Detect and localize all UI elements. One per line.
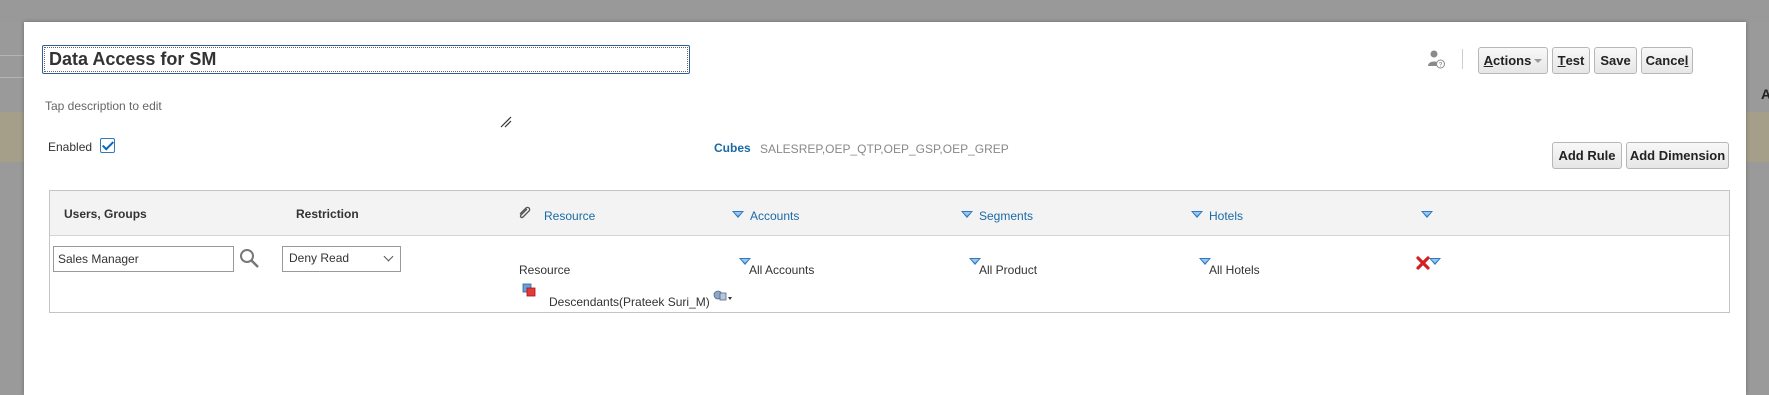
cancel-label-rest: Cance (1645, 53, 1685, 68)
accounts-value: All Accounts (749, 263, 815, 277)
resource-filter-dropdown-icon[interactable] (732, 211, 744, 218)
description-field[interactable]: Tap description to edit (45, 99, 162, 113)
resource-member-expression: Descendants(Prateek Suri_M) (549, 295, 710, 309)
hotels-filter-dropdown-icon[interactable] (1421, 211, 1433, 218)
header-segments[interactable]: Segments (979, 209, 1033, 223)
restriction-value: Deny Read (289, 251, 350, 265)
rules-grid: Users, Groups Restriction Resource Accou… (49, 190, 1730, 313)
cancel-mnemonic: l (1684, 53, 1689, 68)
segments-filter-dropdown-icon[interactable] (1191, 211, 1203, 218)
member-function-icon (522, 283, 536, 297)
hotels-value: All Hotels (1209, 263, 1260, 277)
add-rule-button[interactable]: Add Rule (1552, 142, 1622, 169)
header-accounts[interactable]: Accounts (750, 209, 799, 223)
background-left (0, 22, 24, 395)
person-help-icon[interactable]: ? (1427, 49, 1445, 69)
paperclip-icon (519, 206, 531, 219)
cubes-value: SALESREP,OEP_QTP,OEP_GSP,OEP_GREP (760, 142, 1009, 156)
background-overlay-top (0, 0, 1769, 22)
search-icon[interactable] (238, 247, 260, 269)
grid-header: Users, Groups Restriction Resource Accou… (50, 191, 1729, 236)
delete-icon[interactable] (1416, 256, 1430, 270)
hotels-member-dropdown-icon[interactable] (1429, 258, 1441, 265)
test-button[interactable]: Test (1552, 47, 1590, 74)
actions-label-rest: ctions (1493, 53, 1532, 68)
enabled-label: Enabled (48, 140, 93, 154)
test-mnemonic: T (1557, 53, 1566, 68)
resource-value: Resource (519, 263, 571, 277)
background-right: A (1746, 22, 1769, 395)
chevron-down-icon (383, 251, 394, 262)
data-access-dialog: Tap description to edit Enabled Cubes SA… (24, 22, 1746, 395)
rule-name-input[interactable] (42, 45, 690, 74)
accounts-filter-dropdown-icon[interactable] (961, 211, 973, 218)
test-label-rest: est (1565, 53, 1585, 68)
member-selector-icon[interactable] (713, 289, 735, 303)
actions-button[interactable]: Actions (1478, 47, 1548, 74)
user-group-input[interactable] (53, 246, 234, 272)
cancel-button[interactable]: Cance l (1641, 47, 1693, 74)
actions-mnemonic: A (1483, 53, 1494, 68)
resize-handle-icon[interactable] (500, 116, 512, 128)
add-dimension-button[interactable]: Add Dimension (1626, 142, 1729, 169)
enabled-checkbox[interactable] (100, 138, 115, 153)
chevron-down-icon (1534, 58, 1543, 63)
header-restriction: Restriction (296, 207, 359, 221)
header-users-groups: Users, Groups (64, 207, 147, 221)
toolbar-separator (1462, 49, 1463, 69)
save-button[interactable]: Save (1594, 47, 1637, 74)
background-edge-text: A (1761, 86, 1769, 102)
header-resource[interactable]: Resource (544, 209, 595, 223)
cubes-label: Cubes (714, 141, 751, 155)
restriction-select[interactable]: Deny Read (282, 246, 401, 272)
header-hotels[interactable]: Hotels (1209, 209, 1243, 223)
segments-value: All Product (979, 263, 1038, 277)
